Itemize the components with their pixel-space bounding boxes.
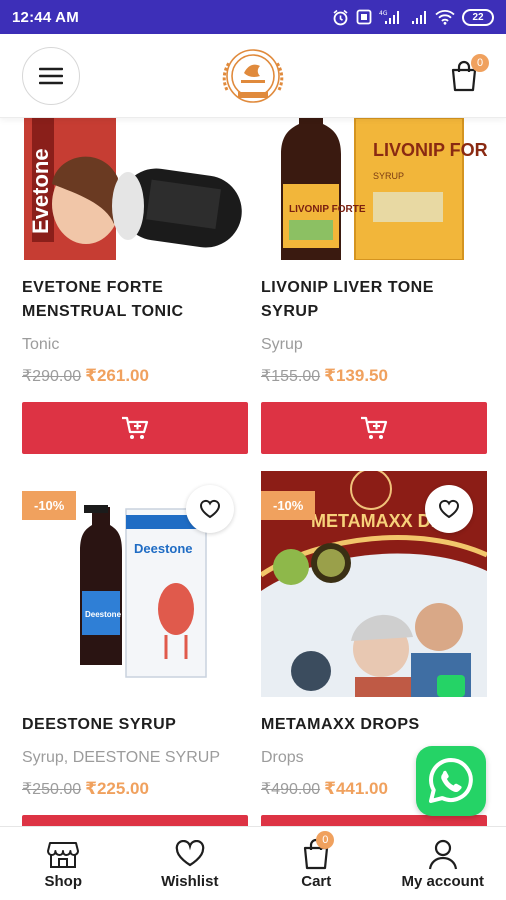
nav-wishlist[interactable]: Wishlist <box>127 827 254 900</box>
add-to-cart-button[interactable] <box>22 402 248 454</box>
nav-shop[interactable]: Shop <box>0 827 127 900</box>
product-category[interactable]: Tonic <box>22 336 248 354</box>
product-price: ₹290.00 ₹261.00 <box>22 366 248 386</box>
app-header: 0 <box>0 34 506 118</box>
alarm-icon <box>332 9 349 26</box>
signal-icon <box>410 9 428 25</box>
status-bar: 12:44 AM 4G 22 <box>0 0 506 34</box>
original-price: ₹155.00 <box>261 368 321 385</box>
sale-price: ₹441.00 <box>324 779 388 798</box>
add-to-cart-button[interactable] <box>261 402 487 454</box>
add-to-cart-button[interactable] <box>261 815 487 826</box>
nav-label: My account <box>401 873 484 890</box>
sale-price: ₹139.50 <box>324 366 388 385</box>
wishlist-button[interactable] <box>186 485 234 533</box>
sale-price: ₹225.00 <box>85 779 149 798</box>
package-label: Deestone <box>134 541 193 556</box>
nav-my-account[interactable]: My account <box>380 827 506 900</box>
whatsapp-chat-button[interactable] <box>416 746 486 816</box>
hamburger-icon <box>39 67 63 85</box>
product-image[interactable]: -10% Deestone Deestone <box>22 471 248 697</box>
product-price: ₹155.00 ₹139.50 <box>261 366 487 386</box>
screenshot-icon <box>356 9 372 25</box>
product-card[interactable]: Evetone EVETONE FORTE MENSTRUAL TONIC To… <box>22 118 248 454</box>
banner-label: METAMAXX DR <box>311 511 444 531</box>
sale-price: ₹261.00 <box>85 366 149 385</box>
product-title[interactable]: DEESTONE SYRUP <box>22 713 248 737</box>
product-grid: Evetone EVETONE FORTE MENSTRUAL TONIC To… <box>0 118 506 826</box>
product-title[interactable]: LIVONIP LIVER TONE SYRUP <box>261 276 487 324</box>
heart-icon <box>175 840 205 867</box>
menu-button[interactable] <box>22 47 80 105</box>
product-image[interactable]: Evetone <box>22 118 248 260</box>
cart-add-icon <box>361 416 388 439</box>
bottle-label: Deestone <box>85 610 122 619</box>
nav-cart[interactable]: 0 Cart <box>253 827 380 900</box>
signal-4g-icon: 4G <box>379 9 403 25</box>
bottom-navigation: Shop Wishlist 0 Cart My account <box>0 826 506 900</box>
product-title[interactable]: EVETONE FORTE MENSTRUAL TONIC <box>22 276 248 324</box>
sale-badge: -10% <box>22 491 77 520</box>
store-icon <box>47 842 80 868</box>
nav-cart-badge: 0 <box>316 831 335 849</box>
product-price: ₹250.00 ₹225.00 <box>22 779 248 799</box>
whatsapp-icon <box>429 758 473 803</box>
status-icons: 4G 22 <box>332 8 494 26</box>
user-icon <box>428 839 457 870</box>
product-card[interactable]: LIVONIP FORTE SYRUP LIVONIP FORTE LIVONI… <box>261 118 487 454</box>
heart-icon <box>438 499 460 519</box>
cart-count-badge: 0 <box>471 54 489 72</box>
package-sub-label: SYRUP <box>373 171 404 181</box>
product-title[interactable]: METAMAXX DROPS <box>261 713 487 737</box>
product-image[interactable]: LIVONIP FORTE SYRUP LIVONIP FORTE <box>261 118 487 260</box>
heart-icon <box>199 499 221 519</box>
battery-icon: 22 <box>462 8 494 26</box>
nav-label: Wishlist <box>161 873 219 890</box>
product-card[interactable]: -10% Deestone Deestone DEESTONE SYRUP Sy… <box>22 471 248 826</box>
wifi-icon <box>435 9 455 25</box>
header-cart-button[interactable]: 0 <box>449 54 489 94</box>
product-category[interactable]: Syrup, DEESTONE SYRUP <box>22 749 248 767</box>
product-image[interactable]: -10% METAMAXX DR <box>261 471 487 697</box>
original-price: ₹250.00 <box>22 781 82 798</box>
cart-add-icon <box>122 416 149 439</box>
bottle-label: LIVONIP FORTE <box>289 204 366 215</box>
status-time: 12:44 AM <box>12 8 79 26</box>
package-label: Evetone <box>28 148 53 234</box>
add-to-cart-button[interactable] <box>22 815 248 826</box>
original-price: ₹290.00 <box>22 368 82 385</box>
product-category[interactable]: Syrup <box>261 336 487 354</box>
wishlist-button[interactable] <box>425 485 473 533</box>
nav-label: Cart <box>301 873 332 890</box>
sale-badge: -10% <box>261 491 316 520</box>
package-label: LIVONIP FORTE <box>373 140 487 160</box>
original-price: ₹490.00 <box>261 781 321 798</box>
network-label: 4G <box>379 10 388 17</box>
nav-label: Shop <box>44 873 83 890</box>
brand-logo[interactable] <box>211 40 295 112</box>
